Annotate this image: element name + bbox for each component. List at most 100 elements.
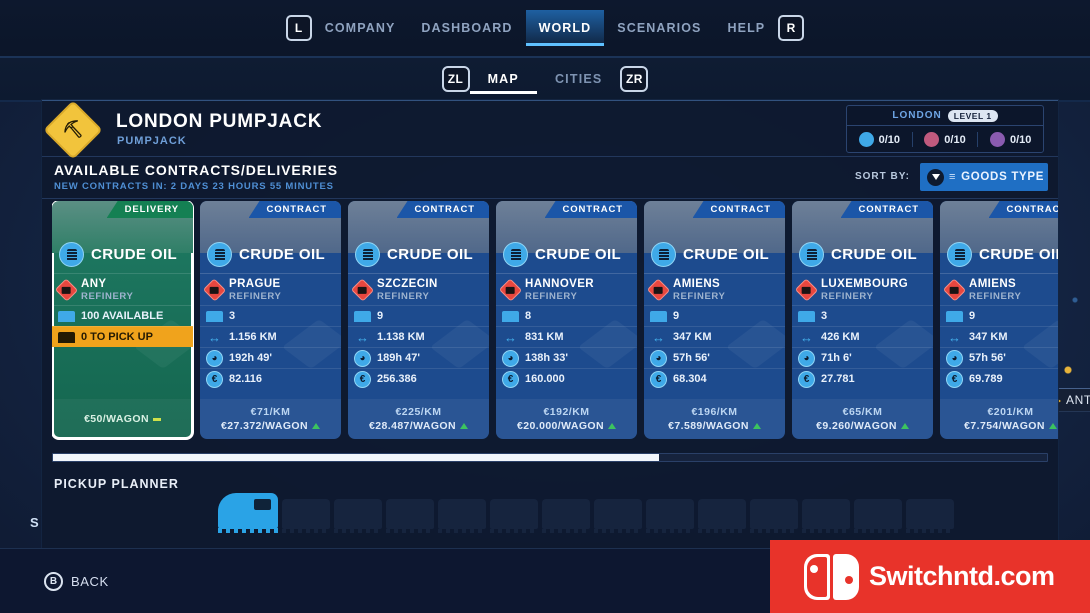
clock-icon: ◕ [502, 349, 519, 367]
refinery-icon [498, 277, 523, 302]
card-available-value: 100 AVAILABLE [81, 310, 164, 322]
contract-card-strip[interactable]: DELIVERY CRUDE OIL ANY REFINERY 100 AVAI… [52, 201, 1058, 441]
card-pickup-row: 0 TO PICK UP [52, 326, 193, 347]
contract-card-luxembourg[interactable]: CONTRACT CRUDE OIL LUXEMBOURG REFINERY 3… [792, 201, 933, 439]
wagon-slot[interactable] [282, 499, 330, 533]
card-distance-value: 831 KM [525, 331, 564, 343]
card-header: CONTRACT CRUDE OIL [792, 201, 933, 369]
wagon-slot[interactable] [386, 499, 434, 533]
contracts-panel: ⛏ LONDON PUMPJACK PUMPJACK LONDON LEVEL … [42, 100, 1058, 548]
card-wagons-row: 3 [792, 305, 933, 326]
card-distance-row: ↔ 347 KM [940, 326, 1058, 347]
wagon-icon [206, 308, 223, 325]
right-shoulder-button[interactable]: R [778, 15, 805, 41]
wagon-slot[interactable] [698, 499, 746, 533]
contract-cards: DELIVERY CRUDE OIL ANY REFINERY 100 AVAI… [52, 201, 1058, 440]
card-type-tab: CONTRACT [692, 201, 785, 218]
contract-card-prague[interactable]: CONTRACT CRUDE OIL PRAGUE REFINERY 3 ↔ 1… [200, 201, 341, 439]
card-money-value: 27.781 [821, 373, 855, 385]
distance-icon: ↔ [948, 329, 961, 345]
trend-up-icon [752, 423, 761, 429]
card-price-per-km: €196/KM [691, 406, 738, 418]
contract-card-szczecin[interactable]: CONTRACT CRUDE OIL SZCZECIN REFINERY 9 ↔… [348, 201, 489, 439]
pickup-planner-train[interactable] [218, 493, 954, 533]
contract-card-amiens-1[interactable]: CONTRACT CRUDE OIL AMIENS REFINERY 9 ↔ 3… [644, 201, 785, 439]
card-money-row: € 256.386 [348, 368, 489, 389]
wagon-icon [650, 308, 667, 325]
sort-by-button[interactable]: ≡ GOODS TYPE [920, 163, 1048, 191]
card-header: CONTRACT CRUDE OIL [348, 201, 489, 369]
card-money-value: 256.386 [377, 373, 417, 385]
distance-icon: ↔ [800, 329, 813, 345]
trend-up-icon [1048, 423, 1057, 429]
level-badge: LEVEL 1 [947, 109, 998, 122]
wagon-slot[interactable] [802, 499, 850, 533]
nav-item-scenarios[interactable]: SCENARIOS [604, 10, 714, 46]
card-body: HANNOVER REFINERY 8 ↔ 831 KM ◕ 138h 33' … [496, 253, 637, 389]
page-subtitle: PUMPJACK [117, 135, 187, 147]
card-distance-value: 1.138 KM [377, 331, 425, 343]
clock-icon: ◕ [798, 349, 815, 367]
card-type-tab: CONTRACT [248, 201, 341, 218]
back-button[interactable]: B BACK [44, 571, 109, 591]
card-distance-value: 347 KM [673, 331, 712, 343]
card-time-row: ◕ 57h 56' [644, 347, 785, 368]
contract-card-amiens-2[interactable]: CONTRACT CRUDE OIL AMIENS REFINERY [940, 201, 1058, 439]
page-title: LONDON PUMPJACK [116, 111, 323, 132]
site-watermark: Switchntd.com [770, 540, 1090, 613]
card-price-per-wagon: €7.754/WAGON [964, 420, 1045, 432]
tab-map[interactable]: MAP [470, 64, 537, 94]
wagon-slot[interactable] [594, 499, 642, 533]
contract-card-hannover[interactable]: CONTRACT CRUDE OIL HANNOVER REFINERY 8 ↔… [496, 201, 637, 439]
locomotive-icon[interactable] [218, 493, 278, 533]
nav-item-world[interactable]: WORLD [525, 10, 605, 46]
nav-item-dashboard[interactable]: DASHBOARD [408, 10, 525, 46]
scrollbar-thumb[interactable] [53, 454, 660, 461]
card-money-row: € 82.116 [200, 368, 341, 389]
wagon-slot[interactable] [646, 499, 694, 533]
contract-card-delivery[interactable]: DELIVERY CRUDE OIL ANY REFINERY 100 AVAI… [52, 201, 194, 440]
card-destination: AMIENS [969, 277, 1017, 290]
tab-cities[interactable]: CITIES [537, 64, 620, 94]
wagon-slot[interactable] [750, 499, 798, 533]
card-money-row: € 69.789 [940, 368, 1058, 389]
card-wagons-row: 9 [348, 305, 489, 326]
card-type-tab: CONTRACT [840, 201, 933, 218]
card-distance-value: 426 KM [821, 331, 860, 343]
zl-shoulder-button[interactable]: ZL [441, 66, 470, 92]
card-destination-row: PRAGUE REFINERY [200, 273, 341, 305]
nav-item-help[interactable]: HELP [715, 10, 779, 46]
card-header: CONTRACT CRUDE OIL [644, 201, 785, 369]
zr-shoulder-button[interactable]: ZR [620, 66, 649, 92]
card-destination: LUXEMBOURG [821, 277, 909, 290]
left-shoulder-button[interactable]: L [285, 15, 312, 41]
wagon-slot[interactable] [490, 499, 538, 533]
game-screen: ANTW L COMPANY DASHBOARD WORLD SCENARIOS… [0, 0, 1090, 613]
card-price-per-km: €225/KM [395, 406, 442, 418]
card-header: CONTRACT CRUDE OIL [200, 201, 341, 369]
card-wagons-row: 9 [940, 305, 1058, 326]
top-navigation-bar: L COMPANY DASHBOARD WORLD SCENARIOS HELP… [0, 0, 1090, 58]
wagon-slot[interactable] [542, 499, 590, 533]
card-destination-row: ANY REFINERY [52, 273, 193, 305]
card-type-tab: CONTRACT [544, 201, 637, 218]
card-money-value: 82.116 [229, 373, 263, 385]
money-icon: € [206, 370, 223, 388]
horizontal-scrollbar[interactable] [52, 453, 1048, 462]
wagon-slot[interactable] [334, 499, 382, 533]
card-destination: ANY [81, 277, 107, 290]
wagon-slot[interactable] [438, 499, 486, 533]
card-destination-type: REFINERY [81, 290, 134, 302]
card-body: LUXEMBOURG REFINERY 3 ↔ 426 KM ◕ 71h 6' … [792, 253, 933, 389]
refinery-icon [350, 277, 375, 302]
card-footer: €50/WAGON [52, 399, 193, 439]
panel-header: ⛏ LONDON PUMPJACK PUMPJACK LONDON LEVEL … [42, 100, 1058, 160]
card-distance-row: ↔ 347 KM [644, 326, 785, 347]
card-time-row: ◕ 138h 33' [496, 347, 637, 368]
wagon-slot[interactable] [854, 499, 902, 533]
wagon-slot[interactable] [906, 499, 954, 533]
card-destination-row: AMIENS REFINERY [940, 273, 1058, 305]
card-header: DELIVERY CRUDE OIL [52, 201, 193, 369]
money-icon: € [650, 370, 667, 388]
nav-item-company[interactable]: COMPANY [312, 10, 409, 46]
